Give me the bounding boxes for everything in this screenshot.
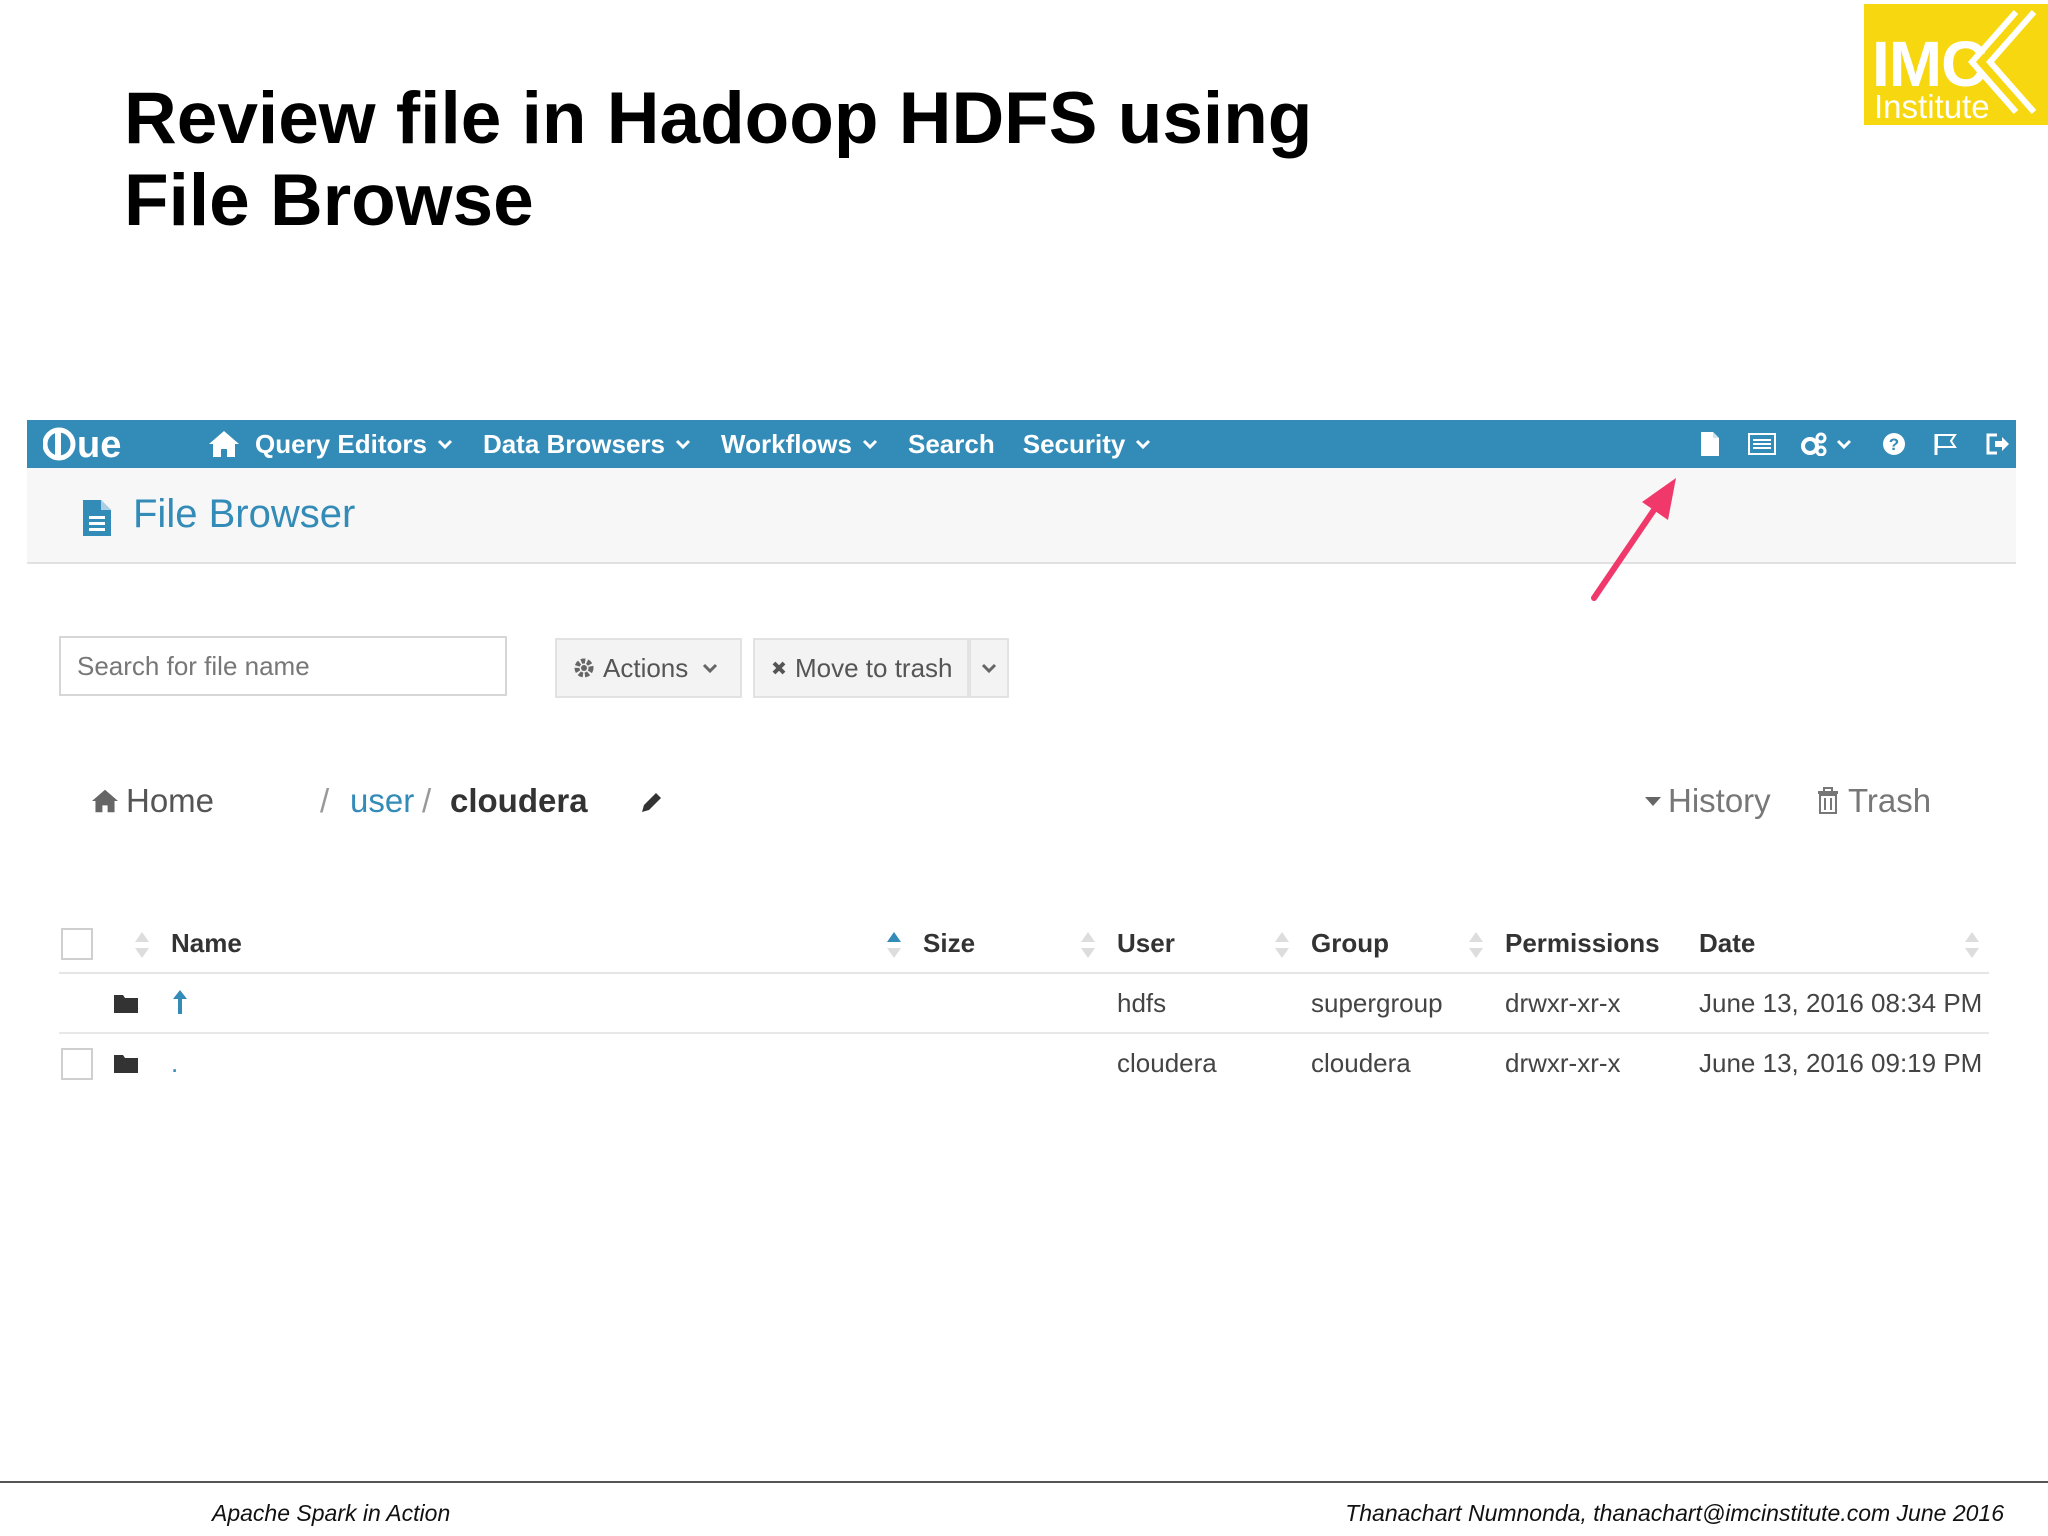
breadcrumb-home-label: Home	[126, 782, 215, 819]
trash-label: Trash	[1848, 782, 1932, 819]
logout-icon[interactable]	[1984, 430, 2012, 458]
edit-path-pencil-icon[interactable]	[638, 790, 664, 816]
settings-cogs-icon[interactable]	[1800, 430, 1856, 458]
close-icon	[772, 661, 786, 675]
breadcrumb-user[interactable]: user	[350, 782, 414, 820]
imc-institute-logo: IMC Institute	[1864, 4, 2048, 125]
logo-sub-text: Institute	[1874, 88, 1990, 125]
table-browser-icon[interactable]	[1748, 430, 1776, 458]
caret-down-icon	[1645, 797, 1661, 806]
sort-icon[interactable]	[1963, 930, 1981, 960]
breadcrumb-separator: /	[422, 782, 432, 819]
file-browser-document-icon	[83, 500, 111, 536]
cell-group: cloudera	[1311, 1048, 1411, 1078]
cell-group: supergroup	[1311, 988, 1443, 1018]
column-header-size[interactable]: Size	[923, 928, 975, 959]
folder-icon	[114, 995, 138, 1013]
column-header-date[interactable]: Date	[1699, 928, 1755, 959]
folder-icon	[114, 1055, 138, 1073]
file-browser-icon[interactable]	[1696, 430, 1724, 458]
hue-logo-icon[interactable]: ue	[43, 426, 155, 462]
nav-data-browsers-label: Data Browsers	[482, 428, 666, 459]
home-icon[interactable]	[207, 429, 241, 459]
page-title: File Browser	[133, 492, 356, 536]
slide-title-line-2: File Browse	[124, 160, 534, 241]
nav-search-label: Search	[908, 428, 995, 459]
slide-title-line-1: Review file in Hadoop HDFS using	[124, 78, 1313, 159]
logo-main-text: IMC	[1872, 28, 1987, 100]
chevron-down-icon	[675, 439, 691, 450]
chevron-down-icon	[437, 439, 452, 450]
table-row-parent[interactable]: hdfs supergroup drwxr-xr-x June 13, 2016…	[59, 974, 1989, 1034]
chevron-down-icon	[1136, 439, 1151, 450]
home-icon	[92, 789, 118, 813]
nav-workflows[interactable]: Workflows	[721, 429, 878, 460]
table-row-current[interactable]: . cloudera cloudera drwxr-xr-x June 13, …	[59, 1034, 1989, 1092]
cell-date: June 13, 2016 09:19 PM	[1699, 1048, 1983, 1078]
hue-top-navbar: ue Query Editors Data Browsers Workflows…	[27, 420, 2016, 468]
cell-user: cloudera	[1117, 1048, 1217, 1078]
chevron-down-icon	[703, 663, 718, 674]
table-header-row: Name Size User Group Permissions Date	[59, 922, 1989, 974]
nav-data-browsers[interactable]: Data Browsers	[483, 429, 691, 460]
svg-text:?: ?	[1889, 435, 1899, 454]
nav-security[interactable]: Security	[1023, 429, 1152, 460]
history-link[interactable]: History	[1644, 782, 1771, 820]
nav-security-label: Security	[1022, 428, 1126, 459]
slide-title: Review file in Hadoop HDFS using File Br…	[124, 78, 1424, 242]
nav-query-editors-label: Query Editors	[255, 428, 427, 459]
cell-user: hdfs	[1117, 988, 1167, 1018]
row-select-checkbox[interactable]	[61, 1048, 93, 1080]
annotation-arrow-icon	[1591, 478, 1676, 601]
column-header-permissions[interactable]: Permissions	[1505, 928, 1660, 959]
trash-icon	[1818, 787, 1838, 814]
help-icon[interactable]: ?	[1880, 430, 1908, 458]
flag-icon[interactable]	[1932, 430, 1960, 458]
file-table: Name Size User Group Permissions Date hd…	[59, 922, 1989, 1092]
column-header-user[interactable]: User	[1117, 928, 1175, 959]
breadcrumb: Home / user / cloudera History Trash	[90, 778, 1990, 828]
sort-icon[interactable]	[1079, 930, 1097, 960]
chevron-down-icon	[862, 439, 878, 450]
cell-name-link[interactable]: .	[171, 1048, 178, 1079]
history-label: History	[1668, 782, 1771, 819]
cell-permissions: drwxr-xr-x	[1505, 1048, 1621, 1078]
move-to-trash-button[interactable]: Move to trash	[753, 638, 969, 698]
breadcrumb-home[interactable]: Home	[90, 782, 214, 820]
gear-icon	[574, 658, 594, 678]
column-header-group[interactable]: Group	[1311, 928, 1389, 959]
breadcrumb-separator: /	[320, 782, 330, 819]
nav-workflows-label: Workflows	[721, 428, 852, 459]
svg-text:ue: ue	[77, 426, 121, 462]
actions-button-label: Actions	[603, 652, 689, 683]
sort-icon[interactable]	[1273, 930, 1291, 960]
cell-date: June 13, 2016 08:34 PM	[1699, 988, 1983, 1018]
parent-directory-arrow-icon[interactable]	[171, 988, 189, 1016]
sort-icon[interactable]	[133, 930, 151, 960]
footer-divider	[0, 1481, 2048, 1483]
file-browser-header: File Browser	[27, 468, 2016, 564]
actions-button[interactable]: Actions	[555, 638, 742, 698]
footer-course-title: Apache Spark in Action	[212, 1500, 451, 1526]
select-all-checkbox[interactable]	[61, 928, 93, 960]
trash-link[interactable]: Trash	[1816, 782, 1931, 820]
cell-permissions: drwxr-xr-x	[1505, 988, 1621, 1018]
move-to-trash-label: Move to trash	[795, 652, 953, 683]
nav-query-editors[interactable]: Query Editors	[255, 429, 453, 460]
column-header-name[interactable]: Name	[171, 928, 242, 959]
nav-search[interactable]: Search	[908, 429, 995, 460]
search-input[interactable]	[59, 636, 507, 696]
trash-options-dropdown[interactable]	[969, 638, 1009, 698]
sort-ascending-icon[interactable]	[885, 930, 903, 960]
sort-icon[interactable]	[1467, 930, 1485, 960]
footer-author: Thanachart Numnonda, thanachart@imcinsti…	[1345, 1500, 2004, 1526]
chevron-down-icon	[981, 663, 997, 674]
breadcrumb-current: cloudera	[450, 782, 588, 819]
